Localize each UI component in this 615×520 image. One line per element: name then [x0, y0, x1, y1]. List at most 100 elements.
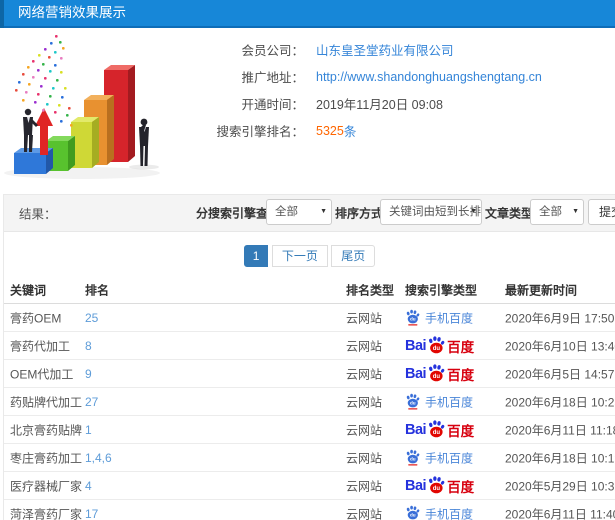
mobile-baidu-label: 手机百度: [425, 451, 474, 465]
sort-filter-select[interactable]: 关键词由短到长排序 ▼: [380, 199, 482, 225]
cell-engine: du 手机百度: [405, 449, 473, 466]
table-row: 药贴牌代加工 27 云网站 du 手机百度 2020年6月18日 10:25: [4, 388, 615, 416]
cell-rank-type: 云网站: [346, 311, 383, 325]
cell-rank-type: 云网站: [346, 367, 383, 381]
info-field: 开通时间： 2019年11月20日 09:08: [194, 90, 542, 117]
mobile-baidu-paw-icon: du: [406, 449, 420, 466]
cell-rank[interactable]: 9: [85, 367, 92, 381]
chevron-down-icon: ▼: [470, 208, 477, 215]
info-field-value[interactable]: 山东皇圣堂药业有限公司: [316, 40, 454, 59]
info-field: 搜索引擎排名： 5325 条: [194, 117, 542, 144]
svg-text:du: du: [433, 486, 441, 492]
cell-keyword: 膏药OEM: [10, 311, 62, 325]
mobile-baidu-badge: du 手机百度: [405, 449, 473, 466]
submit-button[interactable]: 提交: [588, 199, 615, 225]
cell-rank[interactable]: 8: [85, 339, 92, 353]
info-field-label: 会员公司：: [241, 44, 304, 58]
cell-keyword: 菏泽膏药厂家: [10, 507, 83, 520]
mobile-baidu-label: 手机百度: [425, 507, 474, 520]
baidu-paw-icon: du: [429, 335, 445, 353]
table-row: 枣庄膏药加工 1,4,6 云网站 du 手机百度 2020年6月18日 10:1…: [4, 444, 615, 472]
cell-rank[interactable]: 4: [85, 479, 92, 493]
cell-keyword: OEM代加工: [10, 367, 74, 381]
info-field-value: 2019年11月20日 09:08: [316, 98, 443, 112]
svg-text:du: du: [410, 401, 416, 406]
baidu-logo-badge: Bai du 百度: [405, 475, 475, 496]
cell-updated: 2020年6月9日 17:50: [505, 311, 615, 325]
cell-rank[interactable]: 1,4,6: [85, 451, 112, 465]
header-accent-bar: [0, 0, 4, 28]
cell-rank[interactable]: 27: [85, 395, 98, 409]
sort-filter-label: 排序方式: [335, 206, 384, 221]
cell-keyword: 北京膏药贴牌: [10, 423, 83, 437]
table-header-row: 关键词 排名 排名类型 搜索引擎类型 最新更新时间: [4, 277, 615, 304]
baidu-paw-icon: du: [429, 475, 445, 493]
svg-text:du: du: [433, 346, 441, 352]
page-title: 网络营销效果展示: [18, 5, 126, 20]
filter-bar: 结果： 分搜索引擎查看 全部 ▼ 排序方式 关键词由短到长排序 ▼ 文章类型 全…: [4, 195, 615, 232]
cell-rank-type: 云网站: [346, 507, 383, 520]
svg-text:du: du: [410, 513, 416, 518]
article-type-filter-select[interactable]: 全部 ▼: [530, 199, 584, 225]
col-header-engine-type: 搜索引擎类型: [405, 283, 478, 298]
cell-updated: 2020年6月18日 10:19: [505, 451, 615, 465]
cell-updated: 2020年6月11日 11:40: [505, 507, 615, 520]
cell-keyword: 膏药代加工: [10, 339, 71, 353]
col-header-rank-type: 排名类型: [346, 283, 395, 298]
baidu-logo-text-cn: 百度: [447, 479, 475, 495]
info-field-label: 推广地址：: [241, 71, 304, 85]
cell-updated: 2020年6月10日 13:40: [505, 339, 615, 353]
last-page-button[interactable]: 尾页: [331, 245, 376, 267]
col-header-rank: 排名: [85, 283, 110, 298]
article-type-filter-label: 文章类型: [485, 206, 534, 221]
cell-rank-type: 云网站: [346, 479, 383, 493]
cell-engine: du 手机百度: [405, 505, 473, 520]
table-row: OEM代加工 9 云网站 Bai du 百度 2020年6月5日 14:57: [4, 360, 615, 388]
info-field-value[interactable]: http://www.shandonghuangshengtang.cn: [316, 70, 542, 84]
baidu-logo-text-bai: Bai: [405, 421, 427, 438]
mobile-baidu-label: 手机百度: [425, 395, 474, 409]
cell-engine: Bai du 百度: [405, 335, 474, 356]
baidu-logo-text-cn: 百度: [447, 367, 475, 383]
cell-updated: 2020年6月11日 11:18: [505, 423, 615, 437]
cell-rank[interactable]: 17: [85, 507, 98, 520]
mobile-baidu-paw-icon: du: [406, 505, 420, 520]
svg-text:du: du: [433, 430, 441, 436]
col-header-updated: 最新更新时间: [505, 283, 578, 298]
results-section-label: 结果：: [19, 207, 57, 222]
table-row: 膏药OEM 25 云网站 du 手机百度 2020年6月9日 17:50: [4, 304, 615, 332]
baidu-logo-text-bai: Bai: [405, 365, 427, 382]
cell-rank[interactable]: 25: [85, 311, 98, 325]
info-field-suffix: 条: [343, 125, 357, 139]
cell-rank-type: 云网站: [346, 451, 383, 465]
engine-filter-select[interactable]: 全部 ▼: [266, 199, 332, 225]
engine-filter-value: 全部: [275, 206, 298, 218]
table-row: 医疗器械厂家 4 云网站 Bai du 百度 2020年5月29日 10:32: [4, 472, 615, 500]
baidu-logo-badge: Bai du 百度: [405, 419, 475, 440]
mobile-baidu-label: 手机百度: [425, 311, 474, 325]
results-table-body: 膏药OEM 25 云网站 du 手机百度 2020年6月9日 17:50 膏药代…: [4, 304, 615, 520]
info-field-value[interactable]: 5325: [316, 124, 344, 138]
baidu-logo-text-cn: 百度: [447, 423, 475, 439]
info-field-label: 搜索引擎排名：: [216, 125, 304, 139]
cell-engine: du 手机百度: [405, 393, 473, 410]
growth-bar-chart-image: [4, 35, 160, 179]
cell-engine: Bai du 百度: [405, 419, 475, 440]
info-field: 会员公司： 山东皇圣堂药业有限公司: [194, 36, 542, 63]
next-page-button[interactable]: 下一页: [271, 245, 328, 267]
cell-updated: 2020年6月5日 14:57: [505, 367, 615, 381]
chevron-down-icon: ▼: [320, 208, 327, 215]
cell-updated: 2020年6月18日 10:25: [505, 395, 615, 409]
page-1-button[interactable]: 1: [243, 245, 269, 267]
cell-rank-type: 云网站: [346, 395, 383, 409]
table-row: 膏药代加工 8 云网站 Bai du 百度 2020年6月10日 13:40: [4, 332, 615, 360]
cell-engine: du 手机百度: [405, 309, 473, 326]
marketing-report-page: 网络营销效果展示 会员公司： 山东皇圣堂药业有限公司 推广地址： http://…: [0, 0, 615, 520]
svg-text:du: du: [410, 457, 416, 462]
pagination: 1 下一页 尾页: [4, 245, 615, 267]
cell-engine: Bai du 百度: [405, 475, 475, 496]
cell-keyword: 药贴牌代加工: [10, 395, 83, 409]
cell-engine: Bai du 百度: [405, 363, 475, 384]
page-header: 网络营销效果展示: [0, 0, 615, 28]
cell-rank[interactable]: 1: [85, 423, 92, 437]
